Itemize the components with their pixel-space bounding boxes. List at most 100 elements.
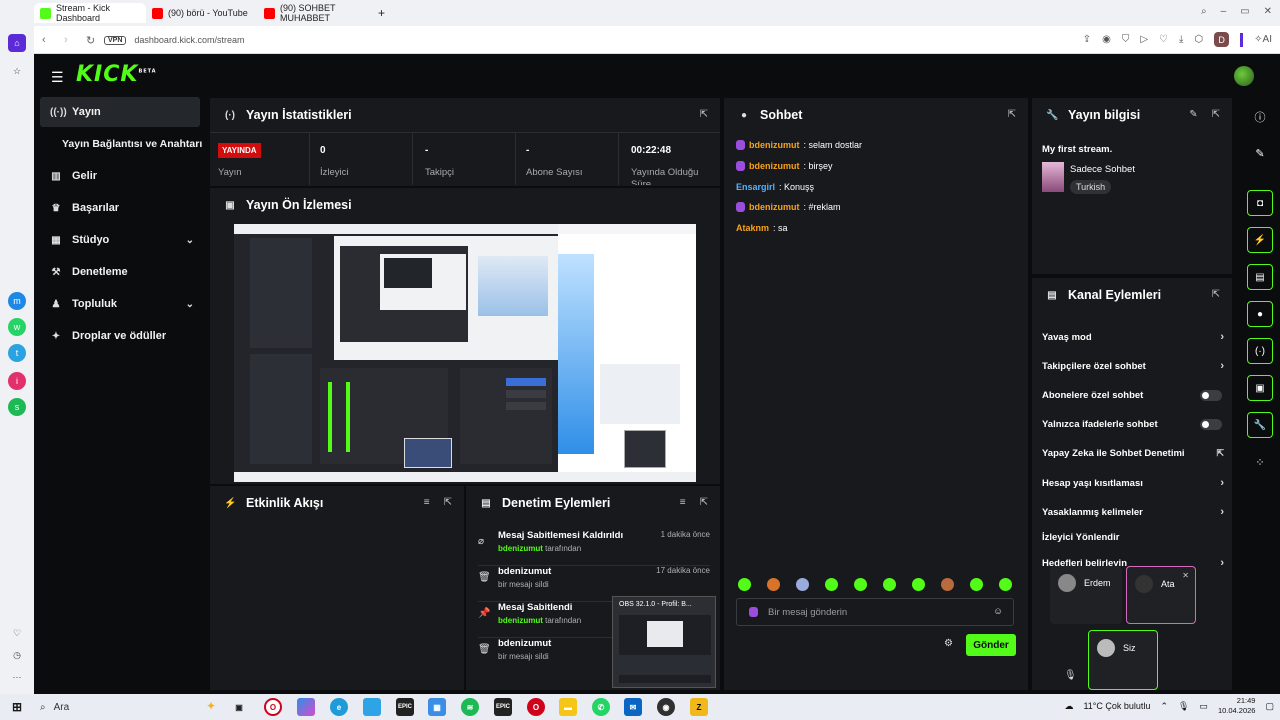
copilot-icon[interactable] — [297, 698, 315, 716]
sidebar-item-revenue[interactable]: ▥ Gelir — [40, 161, 200, 191]
url-field[interactable]: VPN dashboard.kick.com/stream — [104, 31, 1104, 49]
action-ai-moderation[interactable]: Yapay Zeka ile Sohbet Denetimi ⇱ — [1042, 444, 1224, 462]
download-icon[interactable]: ⤓ — [1179, 34, 1183, 45]
sidebar-item-stream[interactable]: ((·)) Yayın — [40, 97, 200, 127]
file-explorer-icon[interactable]: ▬ — [559, 698, 577, 716]
heart-icon[interactable]: ♡ — [1159, 34, 1168, 45]
emote-icon[interactable] — [767, 578, 780, 591]
sidebar-item-achievements[interactable]: ♛ Başarılar — [40, 193, 200, 223]
popout-icon[interactable]: ⇱ — [1212, 109, 1220, 120]
edge-icon[interactable]: e — [330, 698, 348, 716]
send-button[interactable]: Gönder — [966, 634, 1016, 656]
spotify-icon[interactable]: s — [8, 398, 26, 416]
emote-icon[interactable] — [854, 578, 867, 591]
close-icon[interactable]: ✕ — [1182, 571, 1189, 580]
action-banned-words[interactable]: Yasaklanmış kelimeler › — [1042, 503, 1224, 521]
taskbar-search[interactable]: ⌕ Ara ✦ — [34, 698, 220, 716]
popout-icon[interactable]: ⇱ — [700, 497, 708, 508]
tab-kick-dashboard[interactable]: Stream - Kick Dashboard — [34, 3, 146, 23]
spotify-icon[interactable]: ≋ — [461, 698, 479, 716]
emote-icon[interactable] — [825, 578, 838, 591]
moderation-icon[interactable]: ▣ — [1247, 375, 1273, 401]
popout-icon[interactable]: ⇱ — [1008, 109, 1016, 120]
ai-button[interactable]: ✧AI — [1254, 34, 1272, 45]
filter-icon[interactable]: ≡ — [680, 497, 686, 508]
chat-input[interactable]: Bir mesaj gönderin ☺ — [736, 598, 1014, 626]
emote-icon[interactable] — [912, 578, 925, 591]
reload-icon[interactable]: ↻ — [86, 34, 95, 47]
chat-icon[interactable]: ● — [1247, 301, 1273, 327]
more-options-icon[interactable]: ⁘ — [1247, 449, 1273, 475]
more-icon[interactable]: ··· — [8, 668, 26, 686]
sidebar-item-studio[interactable]: ▦ Stüdyo ⌄ — [40, 225, 200, 255]
app-z-icon[interactable]: Z — [690, 698, 708, 716]
action-raid[interactable]: İzleyici Yönlendir — [1042, 528, 1224, 546]
obs-taskbar-preview[interactable]: OBS 32.1.0 - Profil: B... — [612, 596, 716, 688]
pin-sidebar-icon[interactable]: ☆ — [8, 62, 26, 80]
shield-icon[interactable]: ⛉ — [1122, 34, 1130, 45]
sidebar-item-drops[interactable]: ✦ Droplar ve ödüller — [40, 321, 200, 351]
participant-tile[interactable]: Ata ✕ — [1126, 566, 1196, 624]
capture-icon[interactable]: ◘ — [1247, 190, 1273, 216]
bolt-icon[interactable]: ⚡ — [1247, 227, 1273, 253]
emote-icon[interactable] — [970, 578, 983, 591]
minimize-icon[interactable]: – — [1221, 6, 1227, 17]
network-icon[interactable]: ▭ — [1199, 701, 1208, 712]
search-tabs-icon[interactable]: ⌕ — [1201, 6, 1207, 17]
telegram-icon[interactable]: t — [8, 344, 26, 362]
sidebar-item-community[interactable]: ♟ Topluluk ⌄ — [40, 289, 200, 319]
category-name[interactable]: Sadece Sohbet — [1070, 164, 1135, 175]
new-tab-button[interactable]: + — [372, 3, 391, 23]
tab-youtube-2[interactable]: (90) SOHBET MUHABBET — [258, 3, 370, 23]
vpn-badge[interactable]: VPN — [104, 35, 127, 45]
home-icon[interactable]: ⌂ — [8, 34, 26, 52]
camera-icon[interactable]: ◉ — [1102, 34, 1111, 45]
action-followers-only[interactable]: Takipçilere özel sohbet › — [1042, 357, 1224, 375]
toggle-switch[interactable] — [1200, 389, 1222, 401]
participant-tile[interactable]: Siz — [1088, 630, 1158, 690]
messenger-icon[interactable]: m — [8, 292, 26, 310]
history-icon[interactable]: ◷ — [8, 646, 26, 664]
emoji-icon[interactable]: ☺ — [993, 606, 1003, 617]
kick-logo[interactable]: KICKBETA — [76, 62, 157, 87]
opera-icon[interactable]: O — [527, 698, 545, 716]
emote-icon[interactable] — [999, 578, 1012, 591]
profile-avatar[interactable]: D — [1214, 32, 1230, 47]
info-icon[interactable]: ⓘ — [1247, 104, 1273, 130]
participant-tile[interactable]: Erdem — [1050, 566, 1122, 624]
edit-icon[interactable]: ✎ — [1189, 109, 1197, 120]
stream-preview-video[interactable] — [234, 224, 696, 482]
instagram-icon[interactable]: i — [8, 372, 26, 390]
windows-start-icon[interactable]: ⊞ — [8, 698, 26, 716]
emote-icon[interactable] — [738, 578, 751, 591]
filter-icon[interactable]: ≡ — [424, 497, 430, 508]
close-window-icon[interactable]: ✕ — [1264, 6, 1272, 17]
epic-games-icon[interactable]: EPIC — [494, 698, 512, 716]
epic-games-icon[interactable]: EPIC — [396, 698, 414, 716]
chevron-up-icon[interactable]: ⌃ — [1160, 701, 1168, 712]
notification-icon[interactable]: ▢ — [1265, 701, 1274, 712]
whatsapp-icon[interactable]: ✆ — [592, 698, 610, 716]
emote-icon[interactable] — [883, 578, 896, 591]
popout-icon[interactable]: ⇱ — [700, 109, 708, 120]
tab-youtube-1[interactable]: (90) börü - YouTube — [146, 3, 258, 23]
action-account-age[interactable]: Hesap yaşı kısıtlaması › — [1042, 474, 1224, 492]
wrench-icon[interactable]: 🔧 — [1247, 412, 1273, 438]
document-icon[interactable]: ▤ — [1247, 264, 1273, 290]
broadcast-icon[interactable]: (·) — [1247, 338, 1273, 364]
task-view-icon[interactable]: ▣ — [230, 698, 248, 716]
opera-gx-icon[interactable]: O — [264, 698, 282, 716]
whatsapp-icon[interactable]: w — [8, 318, 26, 336]
microphone-icon[interactable]: 🎙 — [1178, 701, 1189, 712]
menu-icon[interactable]: ☰ — [51, 69, 64, 86]
play-icon[interactable]: ▷ — [1140, 34, 1148, 45]
popout-icon[interactable]: ⇱ — [1212, 289, 1220, 300]
share-icon[interactable]: ⇪ — [1083, 34, 1091, 45]
obs-icon[interactable]: ◉ — [657, 698, 675, 716]
extensions-icon[interactable]: ⬡ — [1194, 34, 1203, 45]
app-icon[interactable] — [363, 698, 381, 716]
user-avatar[interactable] — [1234, 66, 1254, 86]
maximize-icon[interactable]: ▭ — [1240, 6, 1249, 17]
sidebar-item-stream-key[interactable]: Yayın Bağlantısı ve Anahtarı — [34, 129, 206, 159]
back-icon[interactable]: ‹ — [42, 34, 46, 46]
